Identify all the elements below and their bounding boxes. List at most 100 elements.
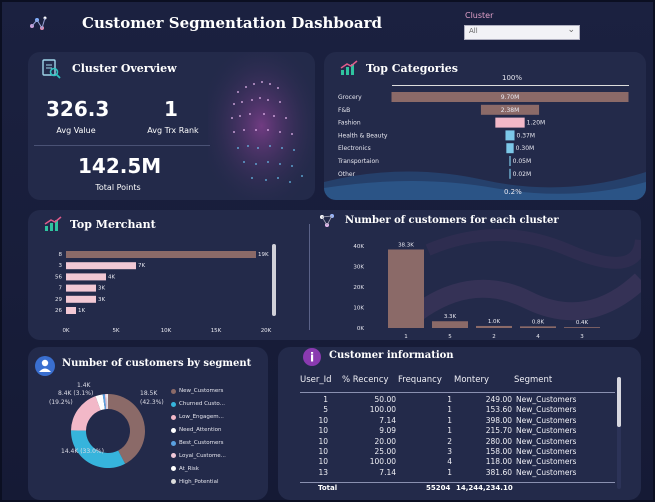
cluster-overview-icon — [40, 58, 62, 80]
cluster-y-tick: 20K — [353, 285, 364, 291]
table-cell: New_Customers — [516, 426, 577, 436]
legend-item[interactable]: Low_Engagem... — [171, 411, 266, 424]
customers-per-cluster-title: Number of customers for each cluster — [345, 215, 559, 226]
table-row[interactable]: 10 20.00 2 280.00 New_Customers — [300, 437, 620, 447]
legend-item[interactable]: Loyal_Custome... — [171, 449, 266, 462]
legend-label: New_Customers — [179, 388, 224, 395]
merchant-value-label: 3K — [98, 297, 105, 303]
total-row: Total 55204 14,244,234.10 — [300, 484, 620, 496]
donut-label-c-top: 8.4K (3.1%) — [58, 390, 94, 397]
top-categories-chart: Grocery 9.70M F&B 2.38M Fashion 1.20M Health &… — [337, 92, 629, 179]
total-label: Total — [318, 484, 338, 492]
column-header[interactable]: Segment — [514, 375, 552, 385]
cluster-filter-dropdown[interactable]: All ⌄ — [464, 25, 580, 40]
avg-trx-rank-kpi: 1 — [164, 97, 178, 121]
top-categories-panel: Top Categories 100% Grocery 9.70M F&B 2.38M… — [324, 52, 646, 200]
merchant-label: 7 — [59, 286, 63, 292]
avg-trx-rank-label: Avg Trx Rank — [147, 126, 199, 135]
table-cell: 7.14 — [379, 415, 396, 425]
merchant-scrollbar[interactable] — [272, 244, 276, 316]
merchant-bar — [66, 307, 76, 314]
table-cell: New_Customers — [516, 395, 577, 404]
column-header[interactable]: Frequancy — [398, 375, 442, 385]
cluster-value-label: 0.8K — [532, 319, 545, 325]
segment-legend: New_Customers Churned Custo... Low_Engagem… — [171, 385, 266, 488]
merchant-x-tick: 15K — [211, 328, 222, 334]
category-label: Transportaion — [337, 158, 379, 165]
merchant-label: 8 — [59, 252, 63, 258]
column-header[interactable]: Montery — [454, 375, 489, 385]
merchant-value-label: 7K — [138, 263, 145, 269]
column-header[interactable]: % Recency — [342, 375, 389, 385]
legend-item[interactable]: Need_Attention — [171, 424, 266, 437]
table-scrollbar-thumb[interactable] — [617, 377, 621, 427]
cluster-value-label: 38.3K — [398, 242, 414, 248]
cluster-x-label: 1 — [404, 334, 408, 340]
legend-item[interactable]: At_Risk — [171, 462, 266, 475]
table-cell: 1 — [447, 395, 452, 404]
legend-item[interactable]: New_Customers — [171, 385, 266, 398]
merchant-x-tick: 0K — [62, 328, 69, 334]
legend-label: Loyal_Custome... — [179, 452, 226, 459]
cluster-y-tick: 0K — [357, 326, 364, 332]
table-row[interactable]: 1 50.00 1 249.00 New_Customers — [300, 395, 620, 405]
category-label: Fashion — [338, 120, 361, 127]
table-scrollbar[interactable] — [617, 377, 621, 489]
network-icon — [318, 213, 338, 229]
table-row[interactable]: 10 9.09 1 215.70 New_Customers — [300, 426, 620, 436]
merchant-label: 3 — [59, 263, 63, 269]
table-header: User_Id % Recency Frequancy Montery Segment — [300, 375, 620, 389]
cluster-value-label: 1.0K — [488, 319, 501, 325]
table-cell: New_Customers — [516, 467, 577, 477]
legend-dot — [171, 479, 176, 485]
table-cell: 9.09 — [379, 426, 396, 436]
total-points-kpi: 142.5M — [78, 154, 162, 178]
legend-item[interactable]: High_Potential — [171, 475, 266, 488]
legend-label: Need_Attention — [179, 427, 222, 434]
cluster-y-tick: 40K — [353, 244, 364, 250]
legend-dot — [171, 414, 176, 420]
donut-slice — [71, 396, 101, 431]
legend-item[interactable]: Churned Custo... — [171, 398, 266, 411]
table-row[interactable]: 10 100.00 4 118.00 New_Customers — [300, 457, 620, 467]
table-row[interactable]: 5 100.00 1 153.60 New_Customers — [300, 405, 620, 415]
dashboard-frame: Customer Segmentation Dashboard Cluster … — [0, 0, 655, 502]
table-cell: 118.00 — [485, 457, 512, 467]
avg-value-label: Avg Value — [56, 126, 96, 135]
cluster-overview-title: Cluster Overview — [72, 62, 177, 75]
app-logo — [28, 14, 48, 34]
table-cell: 381.60 — [485, 467, 512, 477]
merchant-value-label: 19K — [258, 252, 269, 258]
category-value-label: 2.38M — [501, 107, 520, 114]
chevron-down-icon: ⌄ — [567, 25, 575, 35]
table-cell: 20.00 — [374, 436, 396, 446]
total-montery: 14,244,234.10 — [456, 484, 513, 492]
table-row[interactable]: 10 25.00 3 158.00 New_Customers — [300, 447, 620, 457]
cluster-x-label: 3 — [580, 334, 584, 340]
customer-information-panel: i Customer information User_Id % Recency F… — [278, 347, 641, 500]
merchant-label: 29 — [55, 297, 62, 303]
table-cell: 10 — [318, 457, 328, 467]
total-frequency: 55204 — [426, 484, 451, 492]
table-body: 1 50.00 1 249.00 New_Customers 5 100.00 1 153.60… — [300, 395, 620, 478]
donut-label-d: 1.4K — [77, 382, 91, 389]
table-cell: 100.00 — [369, 405, 396, 415]
column-header[interactable]: User_Id — [300, 375, 332, 385]
category-bar — [505, 130, 515, 141]
trend-chart-icon — [340, 60, 358, 76]
table-row[interactable]: 10 7.14 1 398.00 New_Customers — [300, 416, 620, 426]
table-row[interactable]: 13 7.14 1 381.60 New_Customers — [300, 468, 620, 478]
table-cell: 10 — [318, 415, 328, 425]
category-bar — [509, 168, 511, 179]
table-cell: 215.70 — [485, 426, 512, 436]
cluster-x-label: 2 — [492, 334, 496, 340]
cluster-bar — [388, 249, 424, 328]
header-rule — [300, 392, 615, 393]
merchant-x-tick: 5K — [112, 328, 119, 334]
legend-item[interactable]: Best_Customers — [171, 437, 266, 450]
cluster-bar — [520, 326, 556, 328]
segment-donut-chart — [71, 394, 145, 468]
table-cell: 249.00 — [485, 395, 512, 404]
category-bar — [509, 156, 511, 166]
table-cell: New_Customers — [516, 415, 577, 425]
